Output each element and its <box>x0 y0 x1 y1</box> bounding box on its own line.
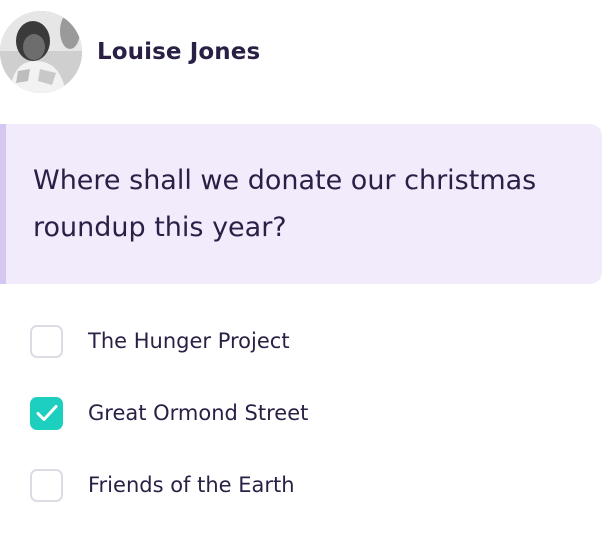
poll-options: The Hunger Project Great Ormond Street F… <box>30 322 308 538</box>
poll-option-friends-of-the-earth[interactable]: Friends of the Earth <box>30 466 308 504</box>
option-label: The Hunger Project <box>88 329 290 353</box>
author-name: Louise Jones <box>97 39 261 65</box>
question-text: Where shall we donate our christmas roun… <box>33 165 537 243</box>
poll-option-great-ormond-street[interactable]: Great Ormond Street <box>30 394 308 432</box>
checkbox[interactable] <box>30 468 63 502</box>
avatar-photo-icon <box>0 11 82 93</box>
checkmark-icon <box>36 405 57 421</box>
question-card: Where shall we donate our christmas roun… <box>0 124 602 284</box>
avatar[interactable] <box>0 11 82 93</box>
option-label: Great Ormond Street <box>88 401 309 425</box>
poll-option-the-hunger-project[interactable]: The Hunger Project <box>30 322 308 360</box>
checkbox-checked[interactable] <box>30 396 63 430</box>
checkbox[interactable] <box>30 324 63 358</box>
option-label: Friends of the Earth <box>88 473 295 497</box>
poll-author: Louise Jones <box>0 10 260 94</box>
